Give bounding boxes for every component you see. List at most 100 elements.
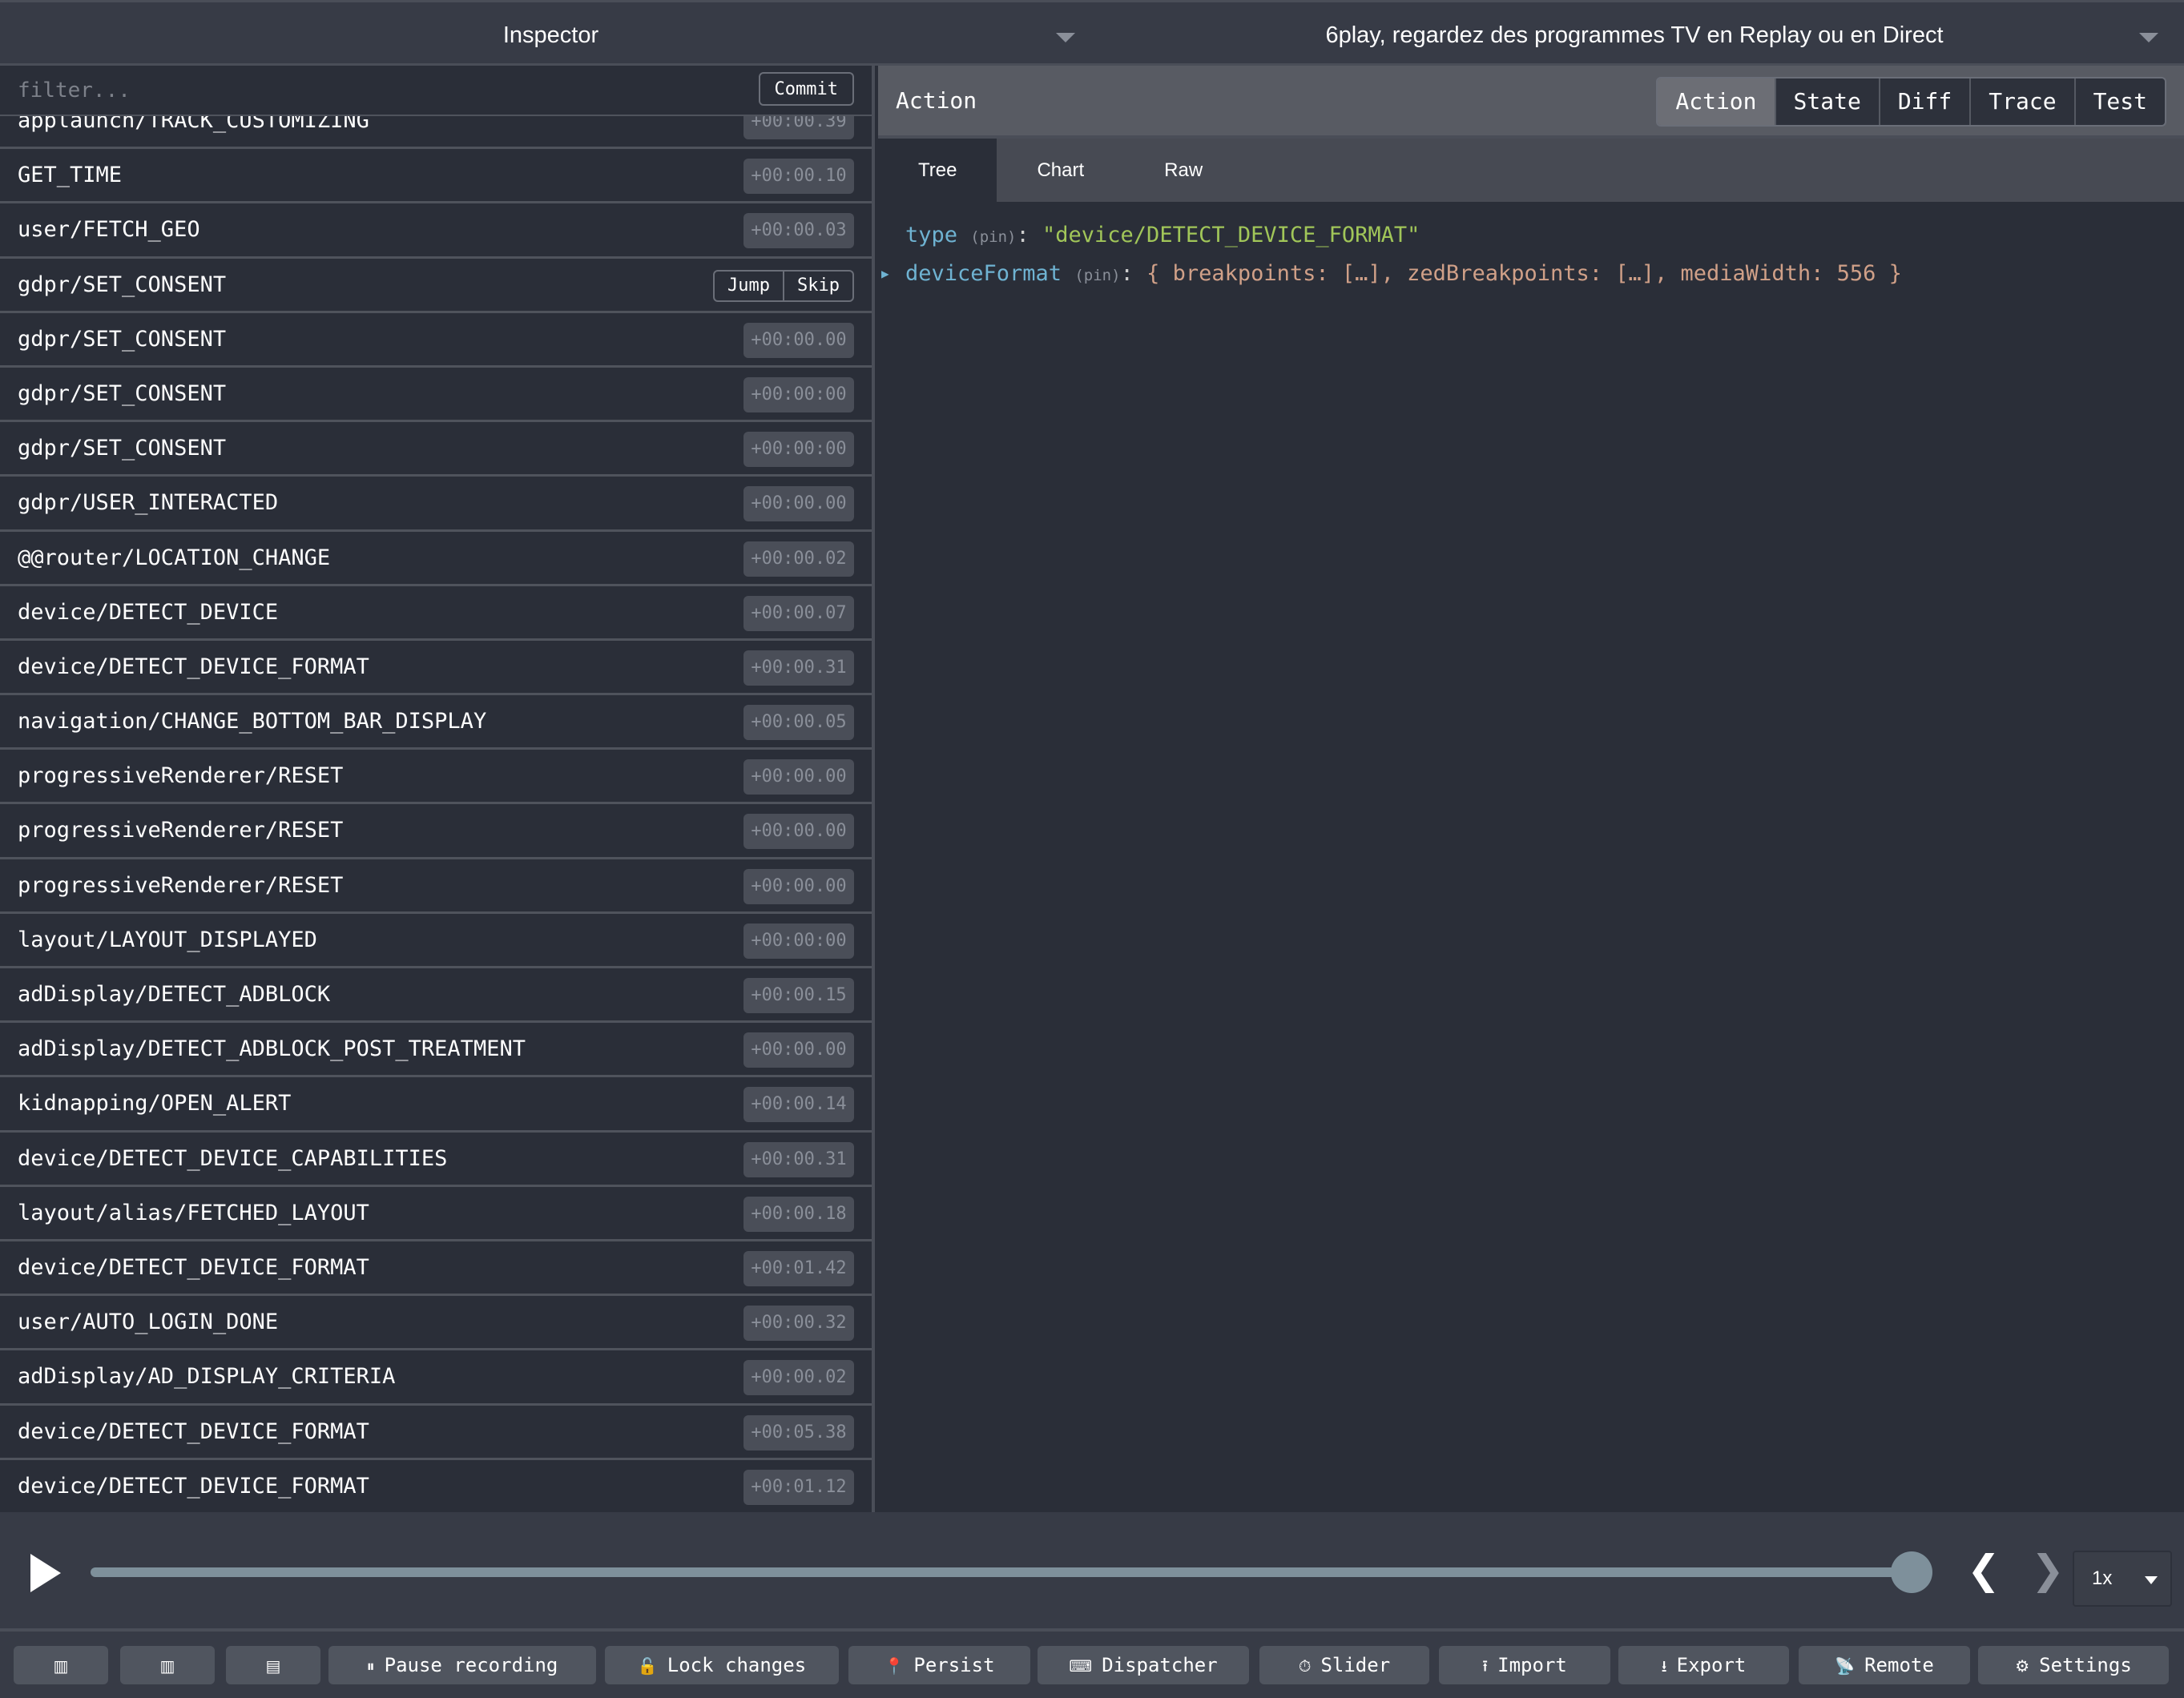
chevron-down-icon[interactable]: [2139, 33, 2158, 42]
detail-panel: Action Action State Diff Trace Test Tree…: [878, 66, 2184, 1512]
dock-right-button[interactable]: ▥: [120, 1646, 215, 1684]
mode-action[interactable]: Action: [1658, 78, 1775, 125]
action-row[interactable]: device/DETECT_DEVICE_FORMAT +00:05.38: [0, 1406, 872, 1460]
remote-icon: 📡: [1835, 1656, 1856, 1676]
lock-changes-button[interactable]: 🔓 Lock changes: [605, 1646, 839, 1684]
action-row[interactable]: @@router/LOCATION_CHANGE +00:00.02: [0, 532, 872, 586]
colon: :: [1120, 261, 1147, 286]
expand-arrow-icon[interactable]: ▶: [881, 255, 889, 293]
action-row[interactable]: navigation/CHANGE_BOTTOM_BAR_DISPLAY +00:…: [0, 695, 872, 750]
pin-link[interactable]: (pin): [1074, 267, 1120, 284]
persist-button[interactable]: 📍 Persist: [848, 1646, 1030, 1684]
caret-down-icon: [2145, 1576, 2158, 1584]
previous-icon[interactable]: ❮: [1967, 1546, 2001, 1594]
skip-button[interactable]: Skip: [783, 271, 852, 300]
action-row[interactable]: adDisplay/AD_DISPLAY_CRITERIA +00:00.02: [0, 1350, 872, 1406]
tab-raw[interactable]: Raw: [1124, 139, 1243, 202]
action-row[interactable]: kidnapping/OPEN_ALERT +00:00.14: [0, 1077, 872, 1133]
action-name: device/DETECT_DEVICE_FORMAT: [18, 1473, 369, 1499]
action-row[interactable]: gdpr/SET_CONSENT +00:00.00: [0, 313, 872, 368]
action-time: +00:00.02: [743, 1360, 854, 1396]
action-time: +00:00.31: [743, 1141, 854, 1177]
timeline-slider[interactable]: [91, 1567, 1912, 1577]
action-name: gdpr/SET_CONSENT: [18, 326, 227, 352]
action-name: gdpr/SET_CONSENT: [18, 380, 227, 406]
action-row[interactable]: gdpr/SET_CONSENT Jump Skip: [0, 259, 872, 313]
chevron-down-icon[interactable]: [1056, 33, 1075, 42]
pin-link[interactable]: (pin): [970, 228, 1016, 246]
action-row[interactable]: adDisplay/DETECT_ADBLOCK_POST_TREATMENT +…: [0, 1023, 872, 1078]
pin-icon: 📍: [884, 1656, 905, 1676]
next-icon[interactable]: ❯: [2031, 1546, 2065, 1594]
action-time: +00:00.00: [743, 814, 854, 850]
pause-icon: ⏸: [366, 1656, 375, 1676]
slider-thumb[interactable]: [1891, 1551, 1932, 1593]
action-time: +00:00:00: [743, 376, 854, 412]
action-name: progressiveRenderer/RESET: [18, 872, 344, 898]
export-button[interactable]: ⭳ Export: [1618, 1646, 1789, 1684]
action-name: layout/alias/FETCHED_LAYOUT: [18, 1200, 369, 1225]
page-title[interactable]: 6play, regardez des programmes TV en Rep…: [1102, 2, 2167, 68]
action-time: +00:00.14: [743, 1087, 854, 1123]
action-name: kidnapping/OPEN_ALERT: [18, 1091, 292, 1117]
action-time: +00:00.00: [743, 759, 854, 795]
action-row[interactable]: device/DETECT_DEVICE_FORMAT +00:01.12: [0, 1460, 872, 1512]
action-row[interactable]: gdpr/SET_CONSENT +00:00:00: [0, 368, 872, 423]
action-row[interactable]: progressiveRenderer/RESET +00:00.00: [0, 859, 872, 914]
action-row[interactable]: GET_TIME +00:00.10: [0, 149, 872, 204]
action-row[interactable]: device/DETECT_DEVICE_FORMAT +00:01.42: [0, 1241, 872, 1297]
action-row[interactable]: adDisplay/DETECT_ADBLOCK +00:00.15: [0, 968, 872, 1024]
settings-button[interactable]: ⚙ Settings: [1978, 1646, 2169, 1684]
action-row[interactable]: device/DETECT_DEVICE_FORMAT +00:00.31: [0, 641, 872, 696]
jump-button[interactable]: Jump: [715, 272, 783, 300]
tab-chart[interactable]: Chart: [997, 139, 1124, 202]
action-name: gdpr/USER_INTERACTED: [18, 490, 279, 516]
tree-node-device-format[interactable]: ▶ deviceFormat (pin): { breakpoints: […]…: [878, 255, 2184, 293]
mode-state[interactable]: State: [1774, 78, 1879, 125]
slider-button[interactable]: ⏱ Slider: [1259, 1646, 1429, 1684]
action-list[interactable]: applaunch/TRACK_CUSTOMIZING +00:00.39 GET_…: [0, 95, 872, 1512]
dock-left-button[interactable]: ▥: [14, 1646, 108, 1684]
view-tabs: Tree Chart Raw: [878, 139, 2184, 202]
upload-icon: ⭱: [1482, 1656, 1489, 1676]
pause-recording-button[interactable]: ⏸ Pause recording: [328, 1646, 596, 1684]
speed-select[interactable]: 1x: [2073, 1551, 2172, 1607]
action-row[interactable]: user/FETCH_GEO +00:00.03: [0, 203, 872, 259]
tree-node-type[interactable]: type (pin): "device/DETECT_DEVICE_FORMAT…: [878, 216, 2184, 255]
button-label: Persist: [913, 1654, 995, 1676]
action-row[interactable]: gdpr/SET_CONSENT +00:00:00: [0, 422, 872, 477]
action-name: user/AUTO_LOGIN_DONE: [18, 1310, 279, 1335]
tree-key: type: [905, 223, 958, 247]
remote-button[interactable]: 📡 Remote: [1799, 1646, 1970, 1684]
action-name: navigation/CHANGE_BOTTOM_BAR_DISPLAY: [18, 709, 487, 734]
mode-test[interactable]: Test: [2073, 78, 2165, 125]
tree-key: deviceFormat: [905, 261, 1062, 286]
action-row[interactable]: user/AUTO_LOGIN_DONE +00:00.32: [0, 1296, 872, 1351]
play-icon[interactable]: [30, 1554, 61, 1592]
action-time: +00:01.12: [743, 1469, 854, 1505]
action-row[interactable]: device/DETECT_DEVICE +00:00.07: [0, 586, 872, 641]
speed-value: 1x: [2092, 1567, 2113, 1589]
button-label: Export: [1676, 1654, 1747, 1676]
dispatcher-button[interactable]: ⌨ Dispatcher: [1038, 1646, 1249, 1684]
inspector-title[interactable]: Inspector: [0, 2, 1102, 68]
action-row[interactable]: gdpr/USER_INTERACTED +00:00.00: [0, 477, 872, 532]
action-name: layout/LAYOUT_DISPLAYED: [18, 927, 317, 952]
action-time: +00:00.15: [743, 978, 854, 1013]
action-row[interactable]: layout/alias/FETCHED_LAYOUT +00:00.18: [0, 1187, 872, 1241]
lock-icon: 🔓: [637, 1656, 658, 1676]
action-row[interactable]: device/DETECT_DEVICE_CAPABILITIES +00:00.…: [0, 1133, 872, 1187]
action-row[interactable]: progressiveRenderer/RESET +00:00.00: [0, 750, 872, 805]
mode-trace[interactable]: Trace: [1969, 78, 2074, 125]
tab-tree[interactable]: Tree: [878, 139, 997, 202]
keyboard-icon: ⌨: [1069, 1656, 1093, 1676]
commit-button[interactable]: Commit: [758, 72, 854, 106]
mode-diff[interactable]: Diff: [1878, 78, 1970, 125]
button-label: Import: [1497, 1654, 1567, 1676]
action-row[interactable]: progressiveRenderer/RESET +00:00.00: [0, 804, 872, 859]
dock-bottom-button[interactable]: ▤: [226, 1646, 320, 1684]
filter-input[interactable]: [18, 74, 739, 107]
mode-switcher: Action State Diff Trace Test: [1656, 77, 2166, 127]
action-row[interactable]: layout/LAYOUT_DISPLAYED +00:00:00: [0, 914, 872, 968]
import-button[interactable]: ⭱ Import: [1439, 1646, 1610, 1684]
